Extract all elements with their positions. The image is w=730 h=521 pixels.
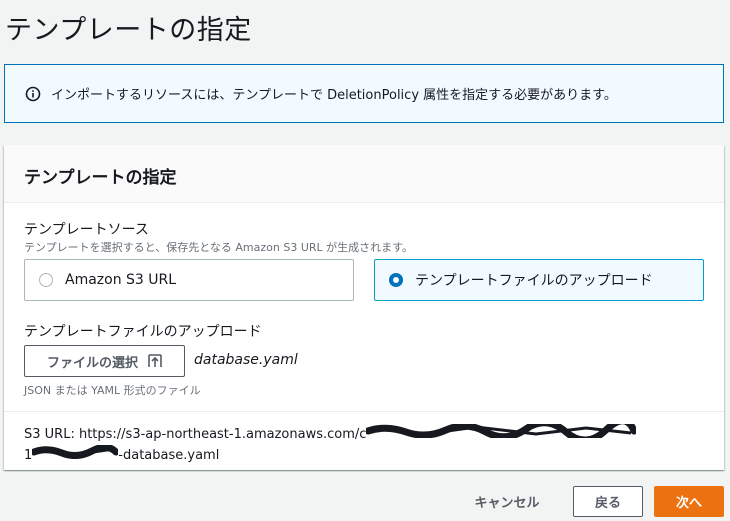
next-button[interactable]: 次へ — [654, 486, 724, 517]
upload-hint: JSON または YAML 形式のファイル — [24, 384, 201, 397]
panel-header: テンプレートの指定 — [4, 145, 724, 203]
redaction-scribble — [364, 417, 638, 445]
s3-url-text: S3 URL: https://s3-ap-northeast-1.amazon… — [24, 417, 644, 466]
s3-url-suffix: -database.yaml — [118, 448, 220, 463]
specify-template-panel: テンプレートの指定 テンプレートソース テンプレートを選択すると、保存先となる … — [4, 145, 724, 470]
page-title: テンプレートの指定 — [5, 15, 252, 46]
upload-label: テンプレートファイルのアップロード — [24, 324, 262, 340]
radio-button-upload-template[interactable] — [389, 273, 403, 287]
s3-url-section: S3 URL: https://s3-ap-northeast-1.amazon… — [4, 411, 724, 463]
panel-title: テンプレートの指定 — [24, 168, 177, 188]
s3-url-line2-prefix: 1 — [24, 448, 33, 463]
radio-label-s3-url: Amazon S3 URL — [65, 272, 177, 288]
back-button[interactable]: 戻る — [573, 486, 643, 517]
info-icon — [25, 86, 41, 102]
radio-label-upload-template: テンプレートファイルのアップロード — [415, 273, 653, 289]
radio-option-upload-template[interactable]: テンプレートファイルのアップロード — [374, 259, 704, 301]
redaction-scribble — [30, 443, 120, 466]
template-source-description: テンプレートを選択すると、保存先となる Amazon S3 URL が生成されま… — [24, 241, 414, 254]
info-alert: インポートするリソースには、テンプレートで DeletionPolicy 属性を… — [4, 64, 724, 123]
upload-icon — [148, 354, 162, 368]
choose-file-label: ファイルの選択 — [46, 355, 138, 371]
radio-button-s3-url[interactable] — [39, 273, 53, 287]
radio-option-amazon-s3-url[interactable]: Amazon S3 URL — [24, 259, 354, 301]
template-source-label: テンプレートソース — [24, 222, 149, 238]
info-message: インポートするリソースには、テンプレートで DeletionPolicy 属性を… — [51, 88, 617, 103]
cancel-button[interactable]: キャンセル — [460, 486, 554, 517]
selected-file-name: database.yaml — [194, 352, 298, 368]
choose-file-button[interactable]: ファイルの選択 — [24, 345, 185, 377]
s3-url-prefix: S3 URL: https://s3-ap-northeast-1.amazon… — [24, 427, 367, 442]
